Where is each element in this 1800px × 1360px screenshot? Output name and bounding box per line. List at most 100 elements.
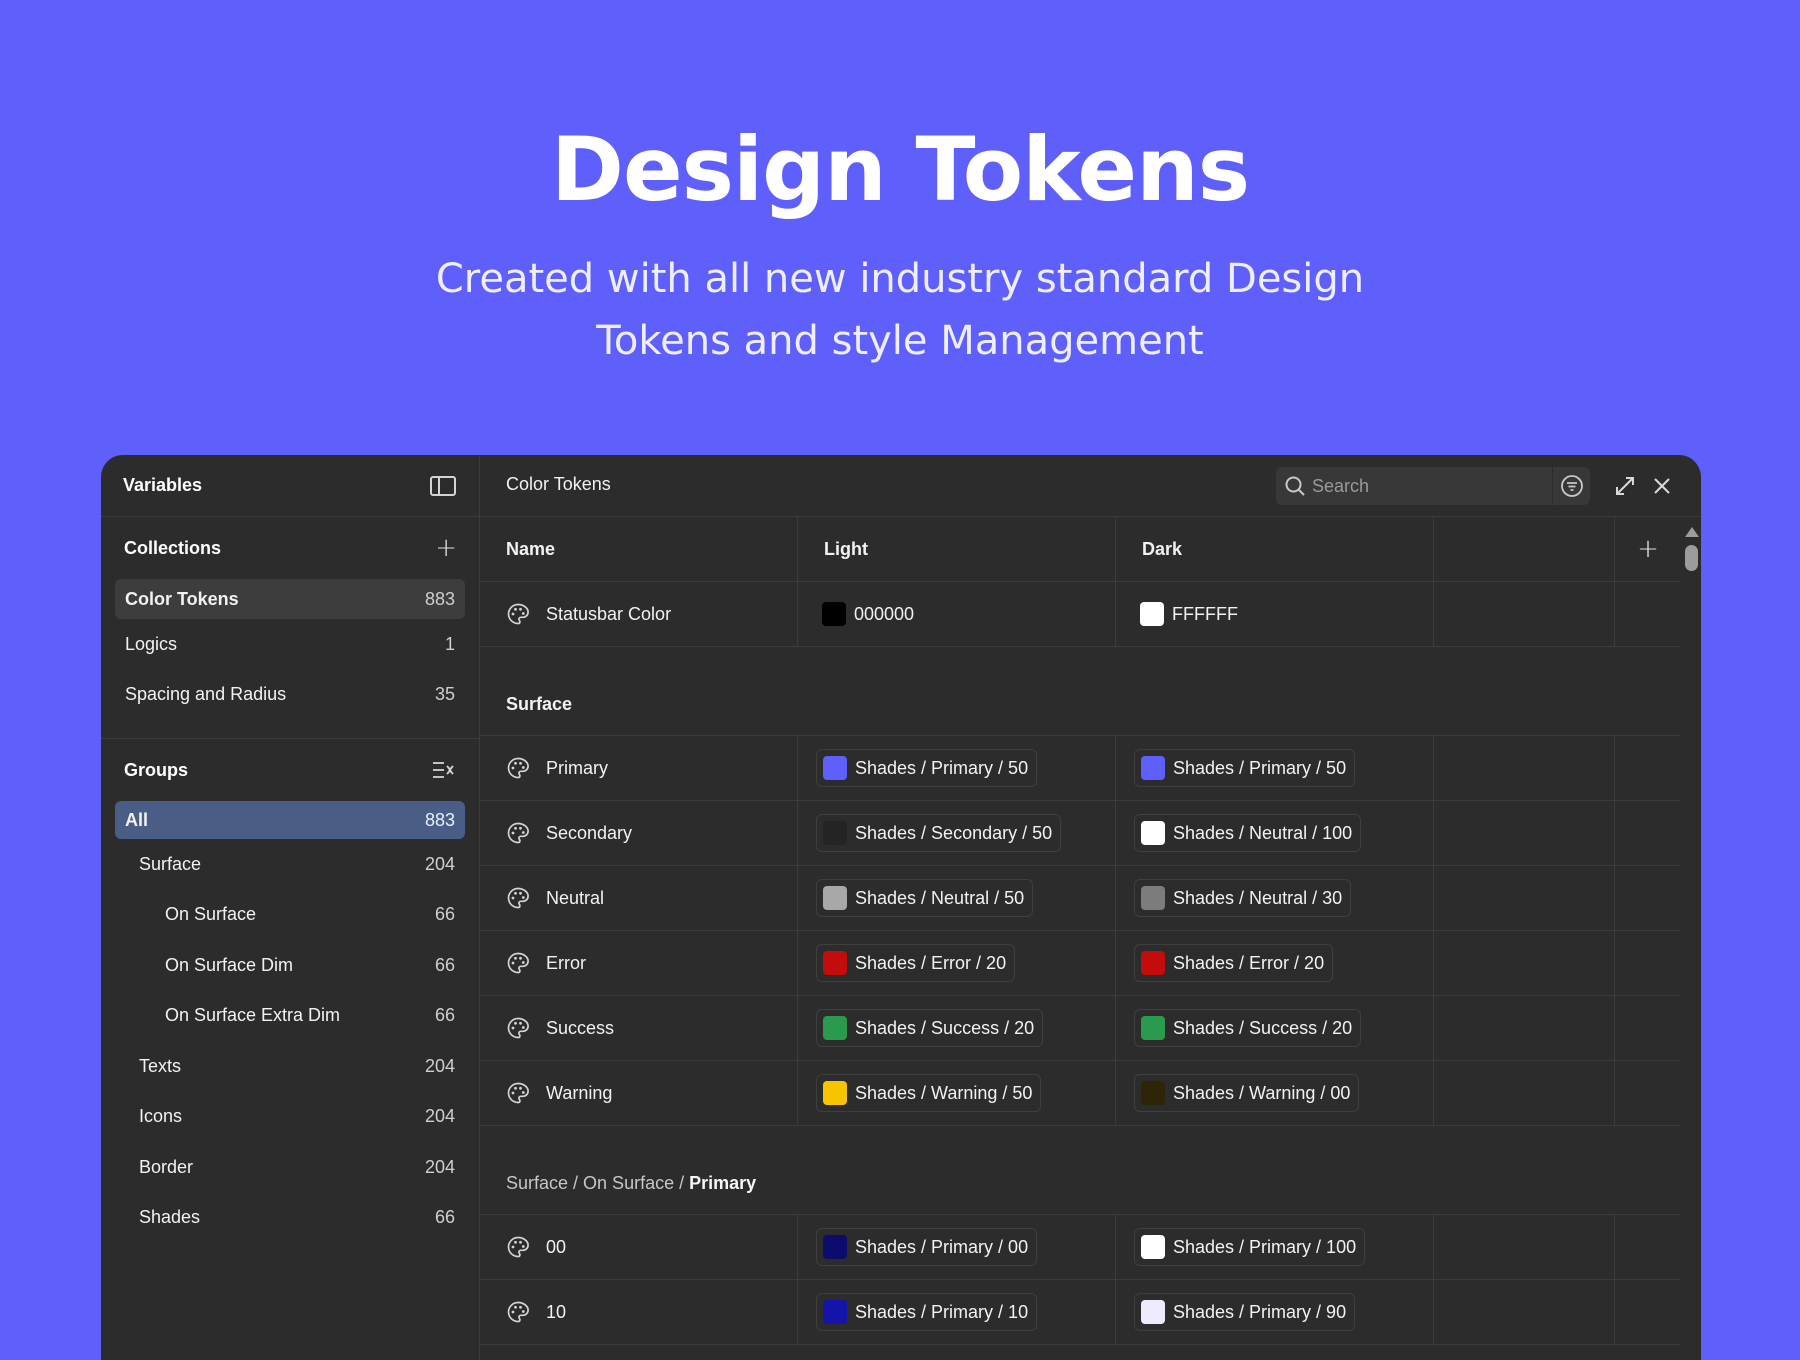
light-value-cell[interactable]: Shades / Primary / 10	[798, 1280, 1116, 1344]
token-name-cell: Secondary	[480, 801, 798, 865]
collections-header: Collections +	[101, 517, 479, 579]
search-icon	[1284, 475, 1306, 497]
close-icon[interactable]	[1648, 472, 1676, 500]
dark-value-cell[interactable]: Shades / Warning / 00	[1116, 1061, 1434, 1125]
search-box[interactable]	[1276, 467, 1590, 505]
column-header-dark: Dark	[1116, 517, 1434, 581]
alias-pill[interactable]: Shades / Warning / 00	[1134, 1074, 1360, 1112]
group-item-on-surface-dim[interactable]: On Surface Dim 66	[115, 940, 465, 991]
collection-item-color-tokens[interactable]: Color Tokens 883	[115, 579, 465, 619]
light-value-cell[interactable]: Shades / Error / 20	[798, 931, 1116, 995]
hero-subtitle: Created with all new industry standard D…	[400, 248, 1400, 372]
alias-pill[interactable]: Shades / Neutral / 50	[816, 879, 1034, 917]
empty-cell	[1615, 1280, 1681, 1344]
group-count: 66	[434, 904, 455, 925]
dark-value-cell[interactable]: Shades / Success / 20	[1116, 996, 1434, 1060]
scrollbar[interactable]	[1681, 517, 1701, 1360]
alias-pill[interactable]: Shades / Primary / 00	[816, 1228, 1038, 1266]
alias-pill[interactable]: Shades / Primary / 10	[816, 1293, 1038, 1331]
alias-pill[interactable]: Shades / Success / 20	[1134, 1009, 1362, 1047]
group-item-on-surface-extra-dim[interactable]: On Surface Extra Dim 66	[115, 991, 465, 1042]
table-row[interactable]: Warning Shades / Warning / 50 Shades / W…	[480, 1061, 1681, 1126]
token-name: Warning	[546, 1082, 613, 1103]
alias-pill[interactable]: Shades / Neutral / 30	[1134, 879, 1352, 917]
group-item-surface[interactable]: Surface 204	[115, 839, 465, 890]
alias-pill[interactable]: Shades / Primary / 50	[816, 749, 1038, 787]
column-header-empty	[1434, 517, 1615, 581]
expand-icon[interactable]	[1611, 472, 1639, 500]
group-item-texts[interactable]: Texts 204	[115, 1041, 465, 1092]
alias-pill[interactable]: Shades / Primary / 90	[1134, 1293, 1356, 1331]
group-item-all[interactable]: All 883	[115, 801, 465, 839]
dark-value-cell[interactable]: Shades / Neutral / 100	[1116, 801, 1434, 865]
table-row[interactable]: 10 Shades / Primary / 10 Shades / Primar…	[480, 1280, 1681, 1345]
color-swatch	[1140, 602, 1164, 626]
alias-pill[interactable]: Shades / Error / 20	[1134, 944, 1334, 982]
collection-item-spacing-and-radius[interactable]: Spacing and Radius 35	[115, 670, 465, 721]
scrollbar-thumb[interactable]	[1685, 545, 1698, 571]
table-row[interactable]: Statusbar Color 000000 FFFFFF	[480, 582, 1681, 647]
group-item-border[interactable]: Border 204	[115, 1142, 465, 1193]
light-value: Shades / Error / 20	[855, 952, 1007, 973]
light-value-cell[interactable]: 000000	[798, 582, 1116, 646]
hero-title: Design Tokens	[550, 118, 1250, 221]
palette-icon	[506, 821, 530, 845]
dark-value-cell[interactable]: Shades / Primary / 50	[1116, 736, 1434, 800]
dark-value-cell[interactable]: Shades / Neutral / 30	[1116, 866, 1434, 930]
alias-pill[interactable]: Shades / Success / 20	[816, 1009, 1044, 1047]
breadcrumb: Surface / On Surface / Primary	[506, 1173, 756, 1194]
group-item-shades[interactable]: Shades 66	[115, 1193, 465, 1244]
empty-cell	[1434, 736, 1615, 800]
color-swatch	[1141, 886, 1165, 910]
table-row[interactable]: Secondary Shades / Secondary / 50 Shades…	[480, 801, 1681, 866]
add-mode-button[interactable]: +	[1615, 517, 1681, 581]
palette-icon	[506, 602, 530, 626]
alias-pill[interactable]: Shades / Error / 20	[816, 944, 1016, 982]
light-value-cell[interactable]: Shades / Neutral / 50	[798, 866, 1116, 930]
group-item-on-surface[interactable]: On Surface 66	[115, 890, 465, 941]
token-name: 10	[546, 1301, 567, 1322]
palette-icon	[506, 1300, 530, 1324]
light-value-cell[interactable]: Shades / Secondary / 50	[798, 801, 1116, 865]
token-name: Secondary	[546, 822, 633, 843]
light-value: Shades / Secondary / 50	[855, 822, 1053, 843]
table-row[interactable]: 00 Shades / Primary / 00 Shades / Primar…	[480, 1215, 1681, 1280]
dark-value-cell[interactable]: Shades / Primary / 90	[1116, 1280, 1434, 1344]
empty-cell	[1615, 582, 1681, 646]
collapse-groups-icon[interactable]	[429, 758, 457, 782]
search-input[interactable]	[1312, 475, 1512, 497]
alias-pill[interactable]: Shades / Neutral / 100	[1134, 814, 1362, 852]
scroll-up-arrow-icon[interactable]	[1685, 527, 1699, 537]
group-item-icons[interactable]: Icons 204	[115, 1092, 465, 1143]
filter-icon[interactable]	[1552, 467, 1590, 505]
alias-pill[interactable]: Shades / Primary / 100	[1134, 1228, 1366, 1266]
color-swatch	[1141, 1081, 1165, 1105]
group-label: Shades	[139, 1207, 201, 1228]
table-row[interactable]: Error Shades / Error / 20 Shades / Error…	[480, 931, 1681, 996]
table-row[interactable]: Success Shades / Success / 20 Shades / S…	[480, 996, 1681, 1061]
collection-count: 883	[424, 588, 455, 609]
collection-item-logics[interactable]: Logics 1	[115, 619, 465, 670]
light-value-cell[interactable]: Shades / Success / 20	[798, 996, 1116, 1060]
sidebar-title: Variables	[123, 475, 203, 495]
add-collection-icon[interactable]: +	[435, 535, 457, 561]
dark-value-cell[interactable]: Shades / Error / 20	[1116, 931, 1434, 995]
palette-icon	[506, 1081, 530, 1105]
dark-value-cell[interactable]: FFFFFF	[1116, 582, 1434, 646]
light-value-cell[interactable]: Shades / Primary / 00	[798, 1215, 1116, 1279]
dark-value: Shades / Primary / 90	[1173, 1301, 1347, 1322]
toggle-sidebar-icon[interactable]	[429, 474, 457, 498]
table-row[interactable]: Primary Shades / Primary / 50 Shades / P…	[480, 736, 1681, 801]
group-label: Icons	[139, 1106, 183, 1127]
light-value-cell[interactable]: Shades / Primary / 50	[798, 736, 1116, 800]
alias-pill[interactable]: Shades / Primary / 50	[1134, 749, 1356, 787]
breadcrumb-part: Surface /	[506, 1173, 584, 1193]
light-value-cell[interactable]: Shades / Warning / 50	[798, 1061, 1116, 1125]
token-name: Success	[546, 1017, 615, 1038]
breadcrumb-part: On Surface /	[583, 1173, 690, 1193]
palette-icon	[506, 1235, 530, 1259]
dark-value-cell[interactable]: Shades / Primary / 100	[1116, 1215, 1434, 1279]
alias-pill[interactable]: Shades / Warning / 50	[816, 1074, 1042, 1112]
alias-pill[interactable]: Shades / Secondary / 50	[816, 814, 1062, 852]
table-row[interactable]: Neutral Shades / Neutral / 50 Shades / N…	[480, 866, 1681, 931]
